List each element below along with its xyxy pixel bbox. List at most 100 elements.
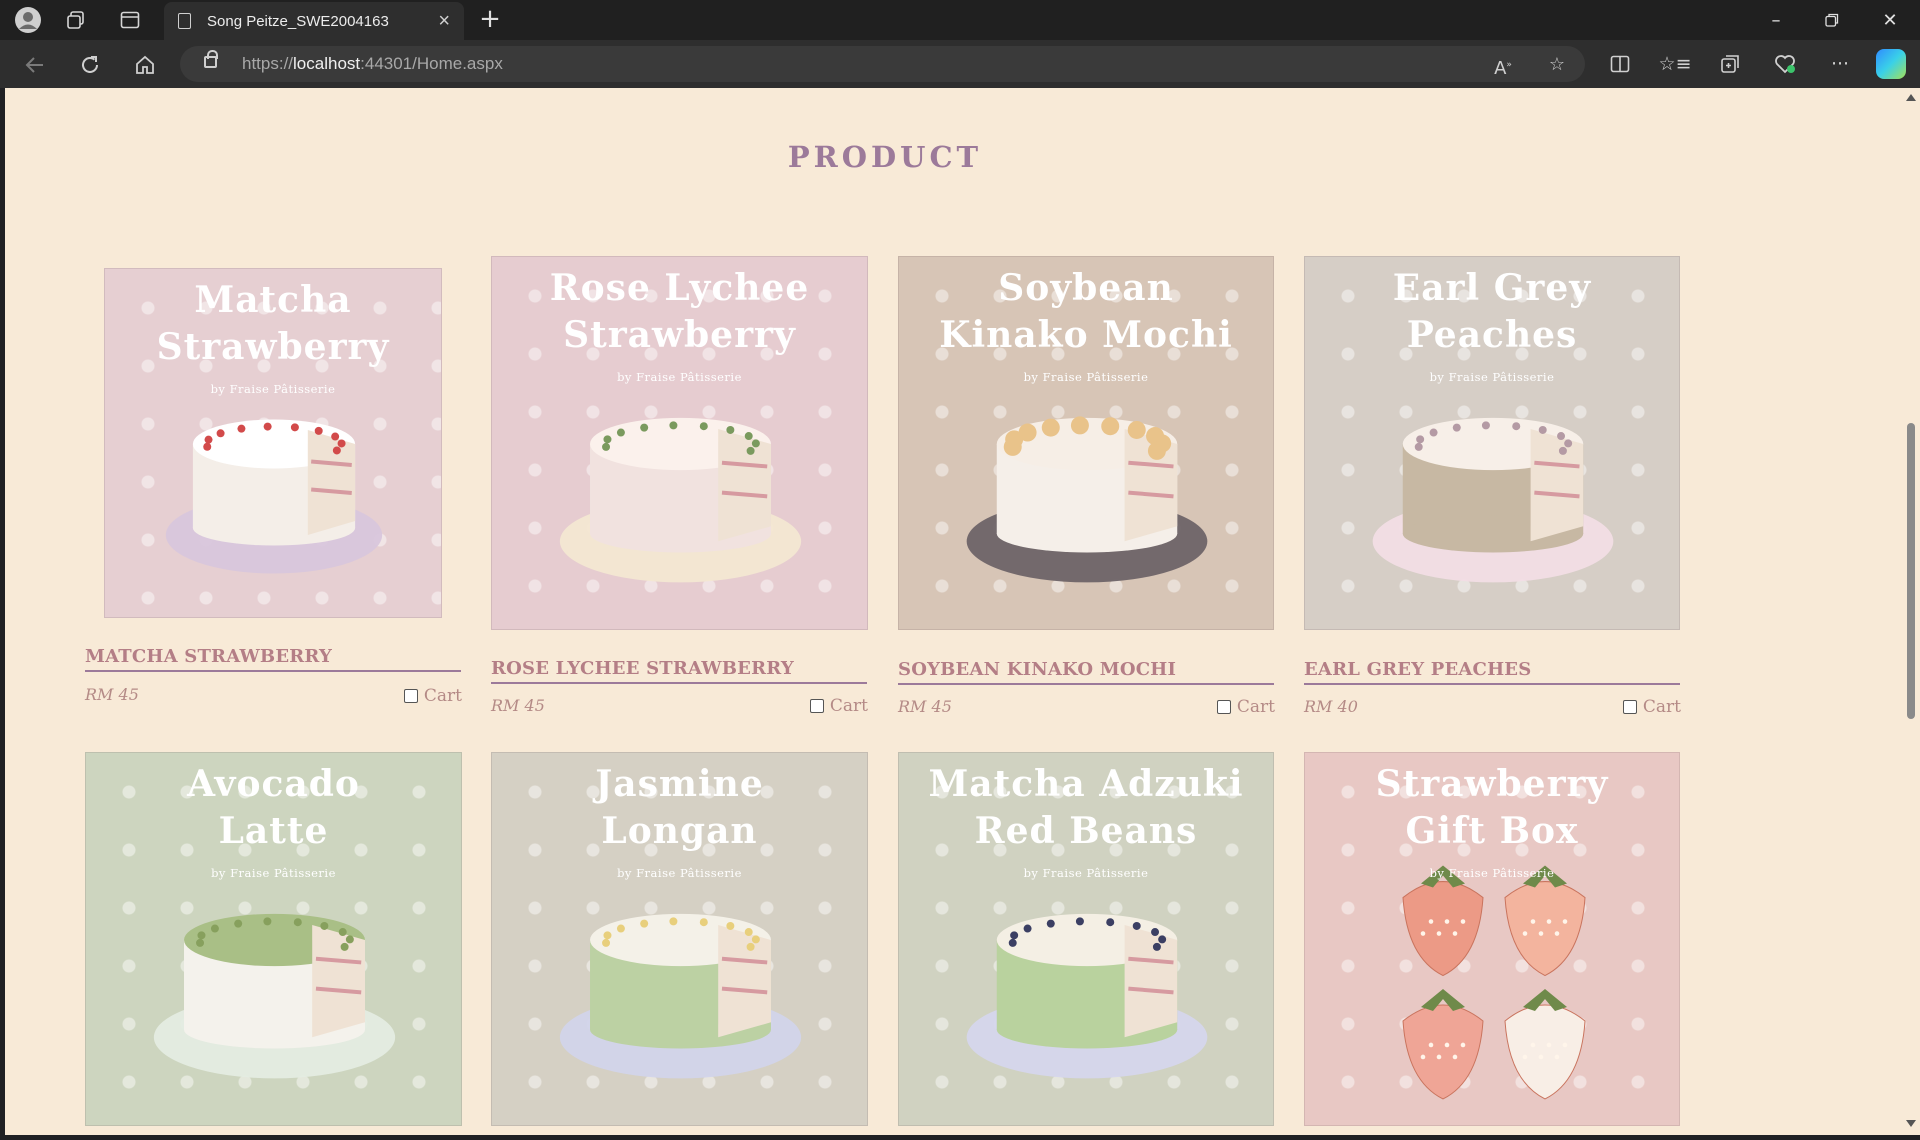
product-card: Rose Lychee Strawberry by Fraise Pâtisseri… (491, 256, 868, 716)
product-image[interactable]: Strawberry Gift Box by Fraise Pâtisserie (1304, 752, 1680, 1126)
close-tab-icon[interactable]: × (438, 10, 450, 33)
brand-text: by Fraise Pâtisserie (211, 866, 336, 880)
product-name: SOYBEAN KINAKO MOCHI (898, 659, 1274, 685)
settings-more-icon[interactable]: ··· (1825, 49, 1855, 79)
read-aloud-icon[interactable]: A» (1490, 52, 1516, 79)
brand-text: by Fraise Pâtisserie (210, 382, 336, 396)
product-card: Soybean Kinako Mochi by Fraise Pâtisserie S… (898, 256, 1275, 717)
cart-label: Cart (1642, 697, 1681, 717)
image-title-line-2: Strawberry (156, 326, 390, 368)
image-title-line-1: Rose Lychee (549, 267, 810, 309)
split-screen-icon[interactable] (1605, 49, 1635, 79)
url-text[interactable]: https://localhost:44301/Home.aspx (242, 54, 503, 74)
page-scrollbar[interactable] (1902, 88, 1920, 1135)
product-price: RM 45 (85, 685, 139, 704)
product-image[interactable]: Soybean Kinako Mochi by Fraise Pâtisserie (898, 256, 1274, 630)
cart-label: Cart (1236, 697, 1275, 717)
checkbox-box[interactable] (1216, 700, 1231, 714)
image-title-line-1: Matcha Adzuki (928, 763, 1244, 805)
scroll-up-arrow-icon[interactable] (1906, 94, 1916, 101)
checkbox-box[interactable] (1622, 700, 1637, 714)
browser-essentials-icon[interactable] (1770, 49, 1800, 79)
scroll-thumb[interactable] (1907, 423, 1915, 719)
refresh-button[interactable] (75, 50, 105, 80)
page-icon (178, 13, 191, 29)
image-title: Matcha Strawberry (105, 277, 441, 371)
image-title-line-2: Strawberry (563, 314, 796, 356)
image-title-line-2: Longan (601, 810, 758, 852)
restore-button[interactable] (1804, 0, 1860, 40)
image-title-line-1: Matcha (194, 279, 352, 321)
home-button[interactable] (130, 50, 160, 80)
brand-text: by Fraise Pâtisserie (1023, 370, 1149, 384)
product-name: ROSE LYCHEE STRAWBERRY (491, 658, 867, 684)
favorite-star-icon[interactable]: ☆ (1544, 52, 1570, 78)
add-to-cart-checkbox[interactable]: Cart (1216, 697, 1275, 717)
product-image[interactable]: Rose Lychee Strawberry by Fraise Pâtisseri… (491, 256, 868, 630)
browser-tab-active[interactable]: Song Peitze_SWE2004163 × (164, 2, 464, 40)
browser-toolbar: https://localhost:44301/Home.aspx A» ☆ ☆… (0, 40, 1920, 88)
product-image[interactable]: Avocado Latte by Fraise Pâtisserie (85, 752, 462, 1126)
checkbox-box[interactable] (809, 699, 824, 713)
image-title: Soybean Kinako Mochi (899, 265, 1273, 359)
product-price: RM 40 (1304, 697, 1358, 716)
profile-icon[interactable] (14, 6, 42, 34)
product-price: RM 45 (898, 697, 952, 716)
product-image[interactable]: Jasmine Longan by Fraise Pâtisserie (491, 752, 868, 1126)
product-image[interactable]: Earl Grey Peaches by Fraise Pâtisserie (1304, 256, 1680, 630)
tab-title: Song Peitze_SWE2004163 (207, 12, 389, 30)
image-title-line-2: Peaches (1406, 314, 1578, 356)
section-title: PRODUCT (787, 140, 983, 174)
product-name: EARL GREY PEACHES (1304, 659, 1680, 685)
image-title-line-2: Gift Box (1405, 810, 1579, 852)
back-button[interactable] (20, 50, 50, 80)
image-title: Jasmine Longan (492, 761, 867, 855)
image-title-line-1: Earl Grey (1392, 267, 1592, 309)
add-to-cart-checkbox[interactable]: Cart (809, 696, 868, 716)
brand-text: by Fraise Pâtisserie (1429, 866, 1555, 880)
checkbox-box[interactable] (403, 689, 418, 703)
brand-text: by Fraise Pâtisserie (617, 866, 742, 880)
image-title: Matcha Adzuki Red Beans (899, 761, 1273, 855)
product-card: Matcha Strawberry by Fraise Pâtisserie MATC… (85, 268, 462, 728)
collections-icon[interactable] (1715, 49, 1745, 79)
product-card: Matcha Adzuki Red Beans by Fraise Pâtisser… (898, 752, 1275, 1126)
image-title-line-1: Soybean (998, 267, 1174, 309)
favorites-icon[interactable]: ☆≡ (1659, 49, 1692, 79)
add-to-cart-checkbox[interactable]: Cart (403, 686, 462, 706)
product-price: RM 45 (491, 696, 545, 715)
product-card: Jasmine Longan by Fraise Pâtisserie (491, 752, 868, 1126)
image-title-line-1: Avocado (187, 763, 360, 805)
image-title-line-1: Strawberry (1375, 763, 1609, 805)
product-card: Avocado Latte by Fraise Pâtisserie (85, 752, 462, 1126)
image-title-line-1: Jasmine (595, 763, 764, 805)
image-title: Strawberry Gift Box (1305, 761, 1679, 855)
image-title: Earl Grey Peaches (1305, 265, 1679, 359)
image-title: Rose Lychee Strawberry (492, 265, 867, 359)
minimize-button[interactable]: – (1748, 0, 1804, 40)
product-image[interactable]: Matcha Strawberry by Fraise Pâtisserie (104, 268, 442, 618)
workspaces-icon[interactable] (62, 6, 90, 34)
brand-text: by Fraise Pâtisserie (1429, 370, 1555, 384)
add-to-cart-checkbox[interactable]: Cart (1622, 697, 1681, 717)
new-tab-button[interactable]: + (476, 6, 504, 34)
copilot-icon[interactable] (1876, 49, 1906, 79)
browser-title-bar: Song Peitze_SWE2004163 × + – ✕ (0, 0, 1920, 40)
image-title: Avocado Latte (86, 761, 461, 855)
cart-label: Cart (423, 686, 462, 706)
brand-text: by Fraise Pâtisserie (617, 370, 742, 384)
product-name: MATCHA STRAWBERRY (85, 646, 461, 672)
image-title-line-2: Latte (218, 810, 329, 852)
cart-label: Cart (829, 696, 868, 716)
brand-text: by Fraise Pâtisserie (1023, 866, 1149, 880)
product-image[interactable]: Matcha Adzuki Red Beans by Fraise Pâtisser… (898, 752, 1274, 1126)
image-title-line-2: Kinako Mochi (939, 314, 1233, 356)
close-window-button[interactable]: ✕ (1862, 0, 1918, 40)
product-card: Strawberry Gift Box by Fraise Pâtisserie (1304, 752, 1681, 1126)
lock-icon[interactable] (204, 50, 218, 68)
image-title-line-2: Red Beans (974, 810, 1198, 852)
page-viewport: PRODUCT Matcha Strawberry by Fraise Pâtiss… (5, 88, 1902, 1135)
scroll-down-arrow-icon[interactable] (1906, 1120, 1916, 1127)
vertical-tabs-icon[interactable] (116, 6, 144, 34)
address-bar[interactable]: https://localhost:44301/Home.aspx A» ☆ (180, 46, 1585, 82)
